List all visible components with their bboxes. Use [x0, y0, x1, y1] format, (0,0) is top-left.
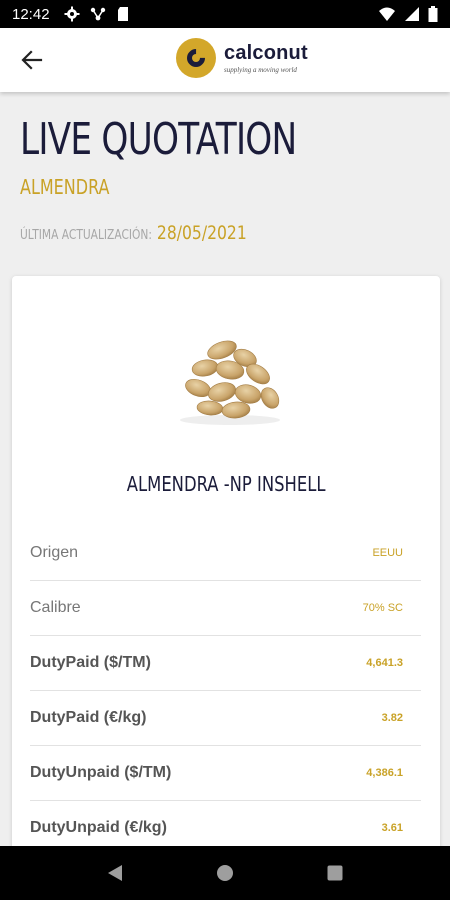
logo-name: calconut	[224, 42, 308, 64]
page-title: LIVE QUOTATION	[20, 114, 297, 165]
quotation-header: LIVE QUOTATION ALMENDRA ÚLTIMA ACTUALIZA…	[0, 92, 450, 264]
home-circle-icon	[217, 865, 233, 881]
product-details: Origen EEUU Calibre 70% SC DutyPaid ($/T…	[30, 526, 421, 856]
row-label: DutyPaid (€/kg)	[30, 709, 147, 726]
battery-icon	[428, 6, 438, 22]
signal-icon	[405, 7, 419, 21]
status-time: 12:42	[12, 5, 50, 23]
almond-image	[180, 340, 280, 425]
row-origen: Origen EEUU	[30, 526, 421, 581]
row-label: DutyPaid ($/TM)	[30, 654, 151, 671]
calconut-logo: calconut supplying a moving world	[176, 38, 308, 78]
row-dutyunpaid-usd: DutyUnpaid ($/TM) 4,386.1	[30, 746, 421, 801]
row-value: 3.82	[381, 712, 403, 724]
last-updated-label: ÚLTIMA ACTUALIZACIÓN:	[20, 228, 153, 243]
wifi-icon	[379, 7, 395, 21]
row-label: DutyUnpaid ($/TM)	[30, 764, 172, 781]
status-bar: 12:42	[0, 0, 450, 28]
back-triangle-icon	[108, 865, 122, 881]
nav-home-button[interactable]	[205, 853, 245, 893]
app-bar: calconut supplying a moving world	[0, 28, 450, 92]
logo-mark-icon	[176, 38, 216, 78]
last-updated-date: 28/05/2021	[156, 222, 247, 244]
row-dutypaid-eur: DutyPaid (€/kg) 3.82	[30, 691, 421, 746]
product-card: ALMENDRA -NP INSHELL Origen EEUU Calibre…	[12, 276, 440, 876]
row-label: Calibre	[30, 599, 81, 616]
row-value: 3.61	[381, 822, 403, 834]
gear-icon	[64, 6, 80, 22]
row-value: 4,641.3	[366, 657, 403, 669]
arrow-left-icon	[21, 50, 43, 70]
row-calibre: Calibre 70% SC	[30, 581, 421, 636]
row-value: 70% SC	[362, 602, 403, 614]
row-label: DutyUnpaid (€/kg)	[30, 819, 167, 836]
nav-recents-button[interactable]	[315, 853, 355, 893]
row-dutypaid-usd: DutyPaid ($/TM) 4,641.3	[30, 636, 421, 691]
logo-tagline: supplying a moving world	[224, 66, 297, 74]
sd-card-icon	[117, 7, 128, 21]
back-button[interactable]	[18, 46, 46, 74]
row-value: 4,386.1	[366, 767, 403, 779]
network-icon	[90, 7, 105, 21]
last-updated: ÚLTIMA ACTUALIZACIÓN: 28/05/2021	[20, 222, 247, 244]
nav-back-button[interactable]	[95, 853, 135, 893]
page-subtitle: ALMENDRA	[20, 175, 110, 199]
system-nav-bar	[0, 846, 450, 900]
row-value: EEUU	[372, 547, 403, 559]
row-label: Origen	[30, 544, 79, 561]
product-name: ALMENDRA -NP INSHELL	[126, 472, 326, 496]
recents-square-icon	[327, 865, 343, 881]
